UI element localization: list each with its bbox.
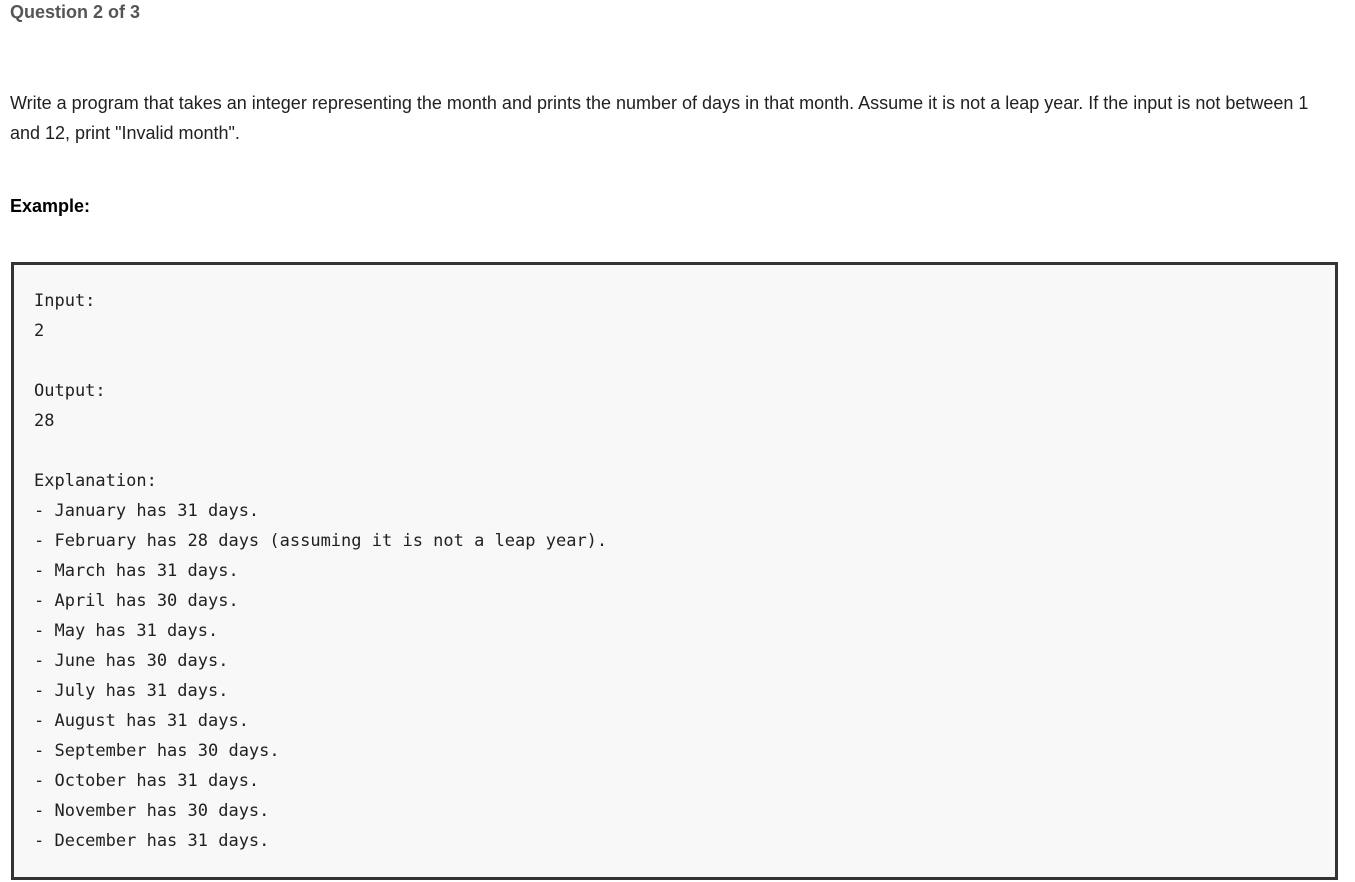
explanation-line: - August has 31 days. [34,711,249,731]
code-lines: Input: 2 Output: 28 Explanation: - Janua… [34,286,607,856]
input-label: Input: [34,291,96,311]
explanation-line: - June has 30 days. [34,651,229,671]
question-counter: Question 2 of 3 [10,2,141,22]
explanation-line: - February has 28 days (assuming it is n… [34,531,608,551]
input-value: 2 [34,321,45,341]
example-code-block: Input: 2 Output: 28 Explanation: - Janua… [11,262,1338,880]
explanation-line: - October has 31 days. [34,771,260,791]
explanation-line: - July has 31 days. [34,681,229,701]
output-value: 28 [34,411,55,431]
blank-line [34,346,607,376]
explanation-line: - September has 30 days. [34,741,280,761]
output-label: Output: [34,381,106,401]
explanation-line: - November has 30 days. [34,801,270,821]
explanation-label: Explanation: [34,471,157,491]
explanation-line: - May has 31 days. [34,621,219,641]
example-heading: Example: [10,196,91,216]
explanation-line: - April has 30 days. [34,591,239,611]
explanation-line: - December has 31 days. [34,831,270,851]
question-prompt: Write a program that takes an integer re… [10,93,1309,143]
explanation-line: - January has 31 days. [34,501,260,521]
blank-line [34,436,607,466]
explanation-line: - March has 31 days. [34,561,239,581]
